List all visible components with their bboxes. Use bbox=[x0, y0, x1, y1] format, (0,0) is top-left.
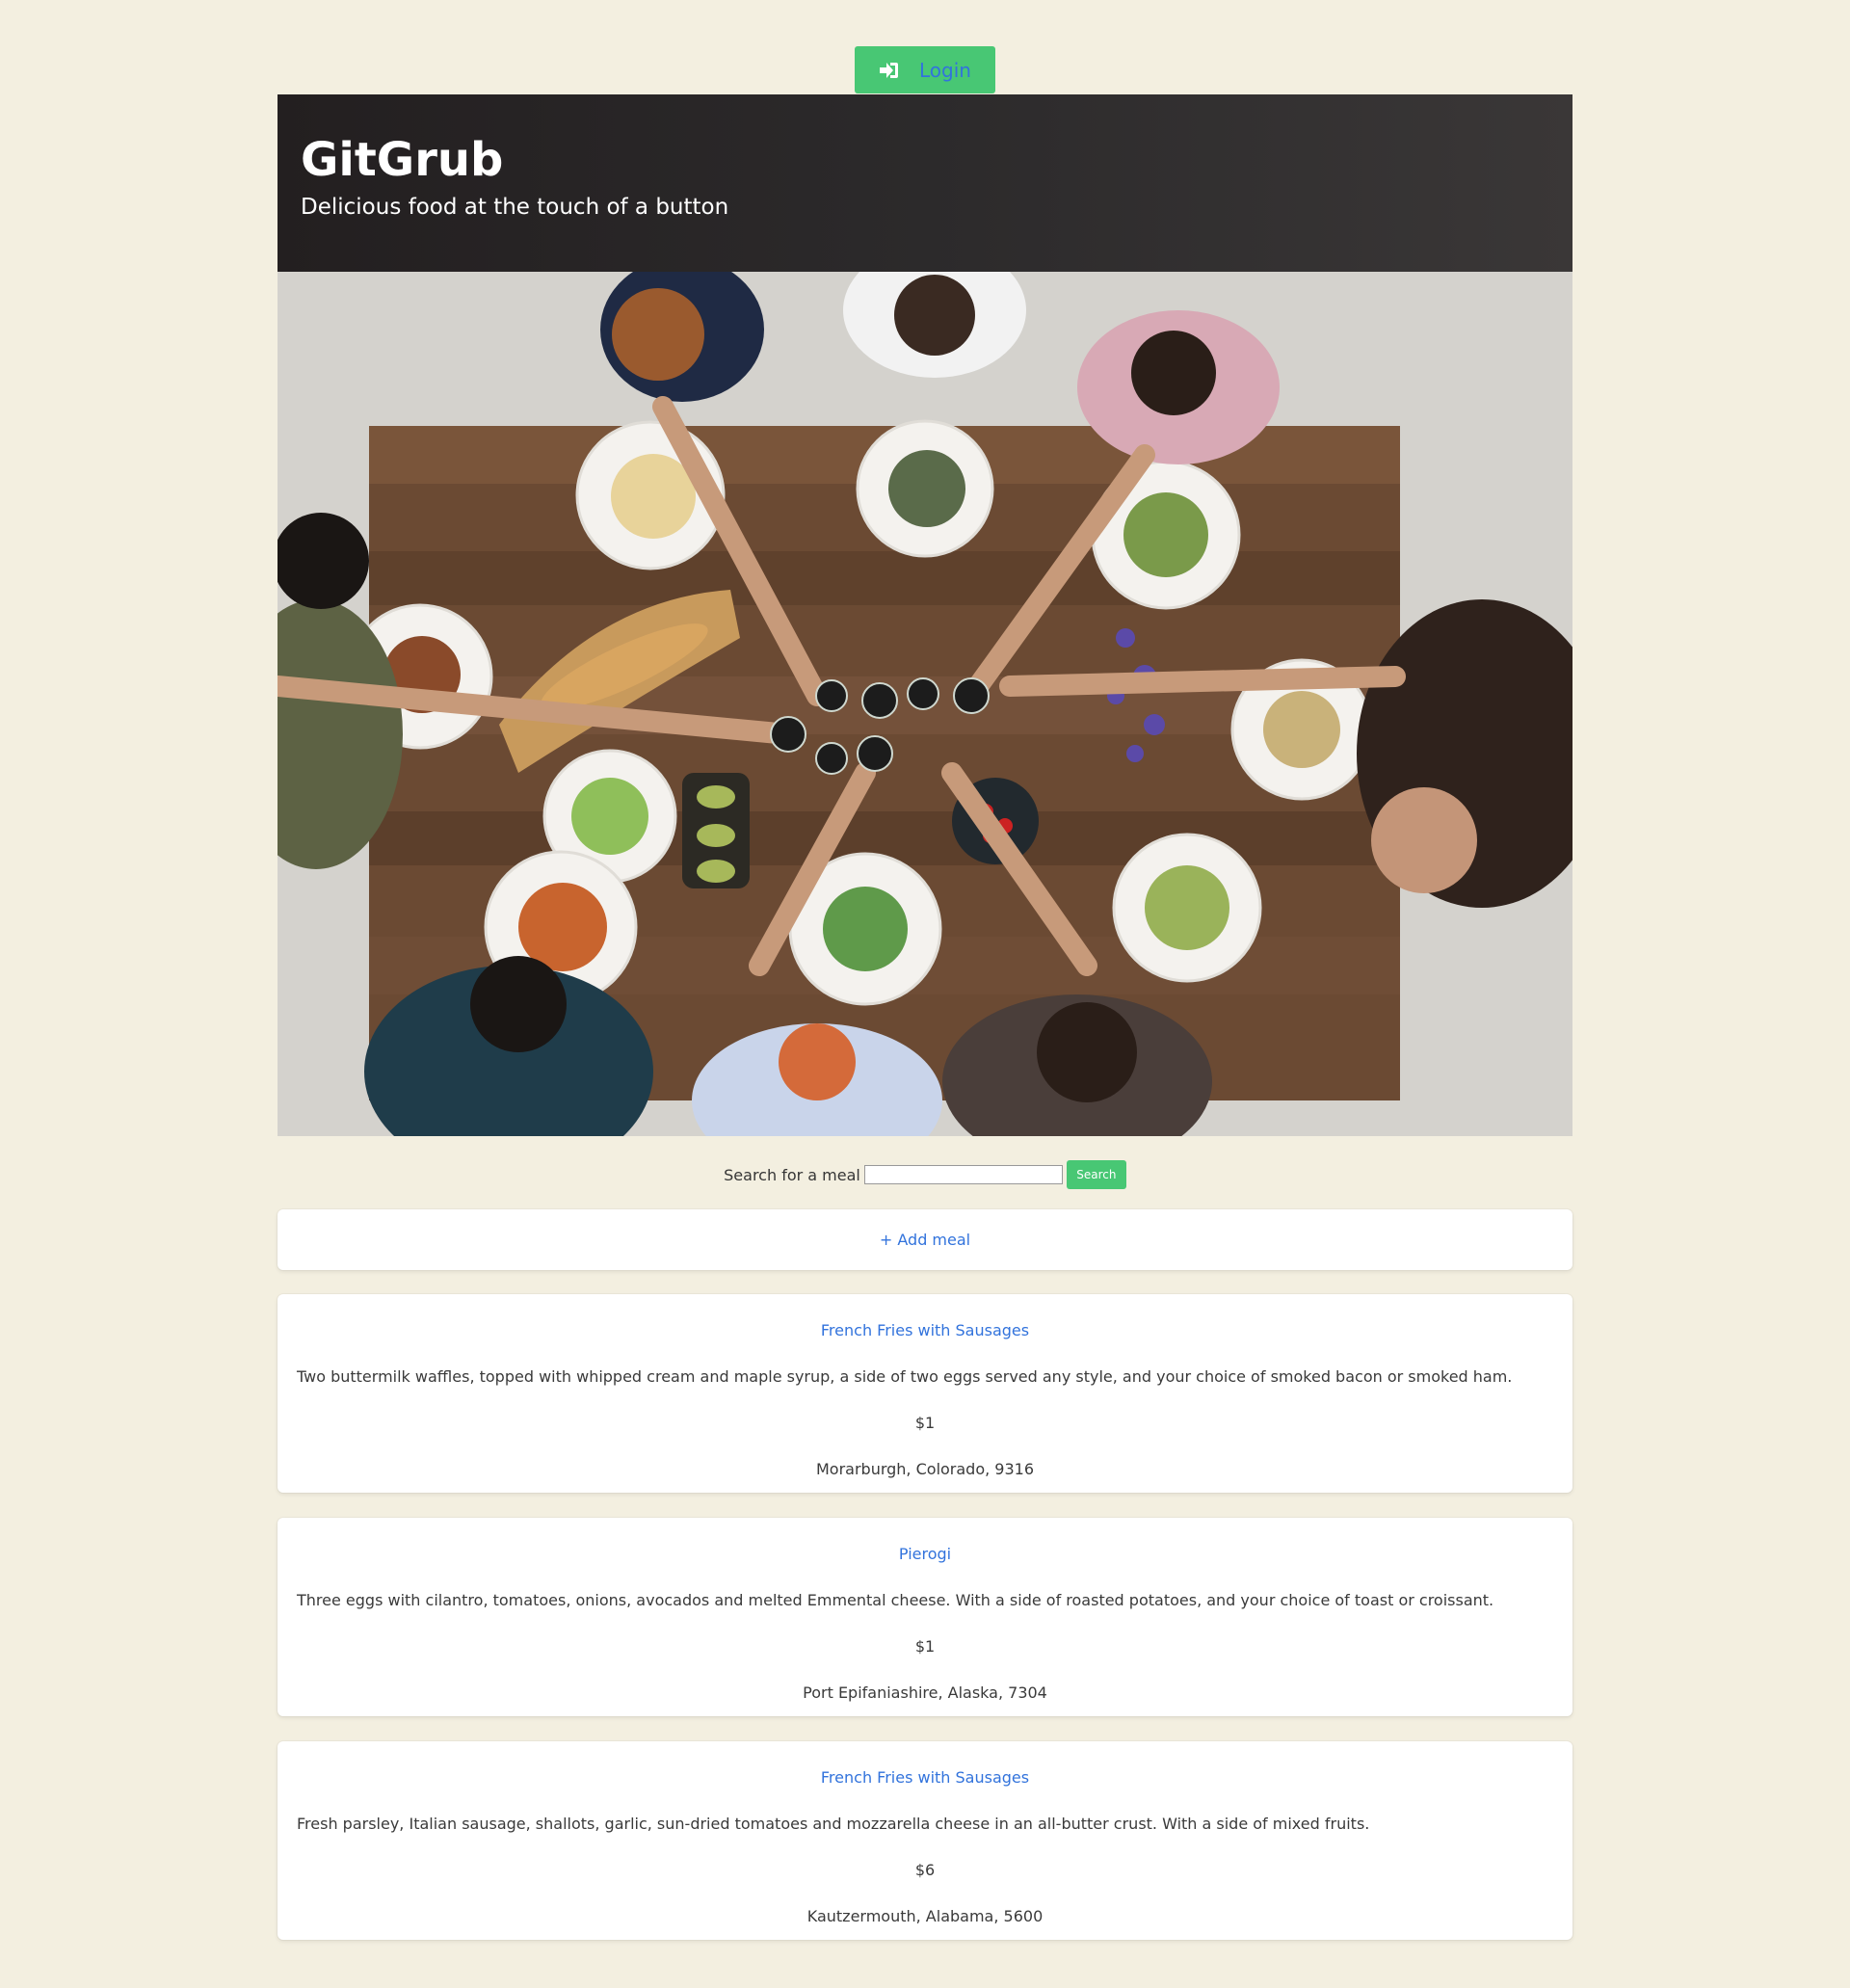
meal-card: Pierogi Three eggs with cilantro, tomato… bbox=[278, 1518, 1572, 1716]
meal-location: Morarburgh, Colorado, 9316 bbox=[815, 1460, 1035, 1478]
hero-photo bbox=[278, 272, 1572, 1136]
add-meal-card: + Add meal bbox=[278, 1209, 1572, 1270]
search-button[interactable]: Search bbox=[1066, 1160, 1126, 1189]
meal-description: Three eggs with cilantro, tomatoes, onio… bbox=[297, 1591, 1494, 1609]
meal-location: Kautzermouth, Alabama, 5600 bbox=[806, 1907, 1044, 1925]
login-button[interactable]: Login bbox=[855, 46, 995, 93]
search-label: Search for a meal bbox=[724, 1165, 860, 1184]
meal-price: $1 bbox=[914, 1637, 936, 1656]
page-title: GitGrub bbox=[301, 133, 504, 187]
hero-banner: GitGrub Delicious food at the touch of a… bbox=[278, 94, 1572, 272]
meal-card: French Fries with Sausages Two buttermil… bbox=[278, 1294, 1572, 1493]
search-input[interactable] bbox=[863, 1165, 1063, 1184]
login-label: Login bbox=[919, 58, 971, 82]
meal-description: Two buttermilk waffles, topped with whip… bbox=[297, 1367, 1513, 1386]
add-meal-link[interactable]: + Add meal bbox=[880, 1231, 970, 1249]
meal-description: Fresh parsley, Italian sausage, shallots… bbox=[297, 1815, 1370, 1833]
meal-price: $1 bbox=[914, 1414, 936, 1432]
meal-location: Port Epifaniashire, Alaska, 7304 bbox=[803, 1683, 1047, 1702]
dining-table-image bbox=[278, 272, 1572, 1136]
sign-in-icon bbox=[879, 61, 900, 80]
meal-card: French Fries with Sausages Fresh parsley… bbox=[278, 1741, 1572, 1940]
meal-title-link[interactable]: French Fries with Sausages bbox=[821, 1321, 1029, 1339]
page-subtitle: Delicious food at the touch of a button bbox=[301, 195, 729, 220]
meal-title-link[interactable]: French Fries with Sausages bbox=[821, 1768, 1029, 1787]
meal-price: $6 bbox=[914, 1861, 936, 1879]
search-bar: Search for a meal Search bbox=[0, 1160, 1850, 1189]
meal-title-link[interactable]: Pierogi bbox=[899, 1545, 951, 1563]
